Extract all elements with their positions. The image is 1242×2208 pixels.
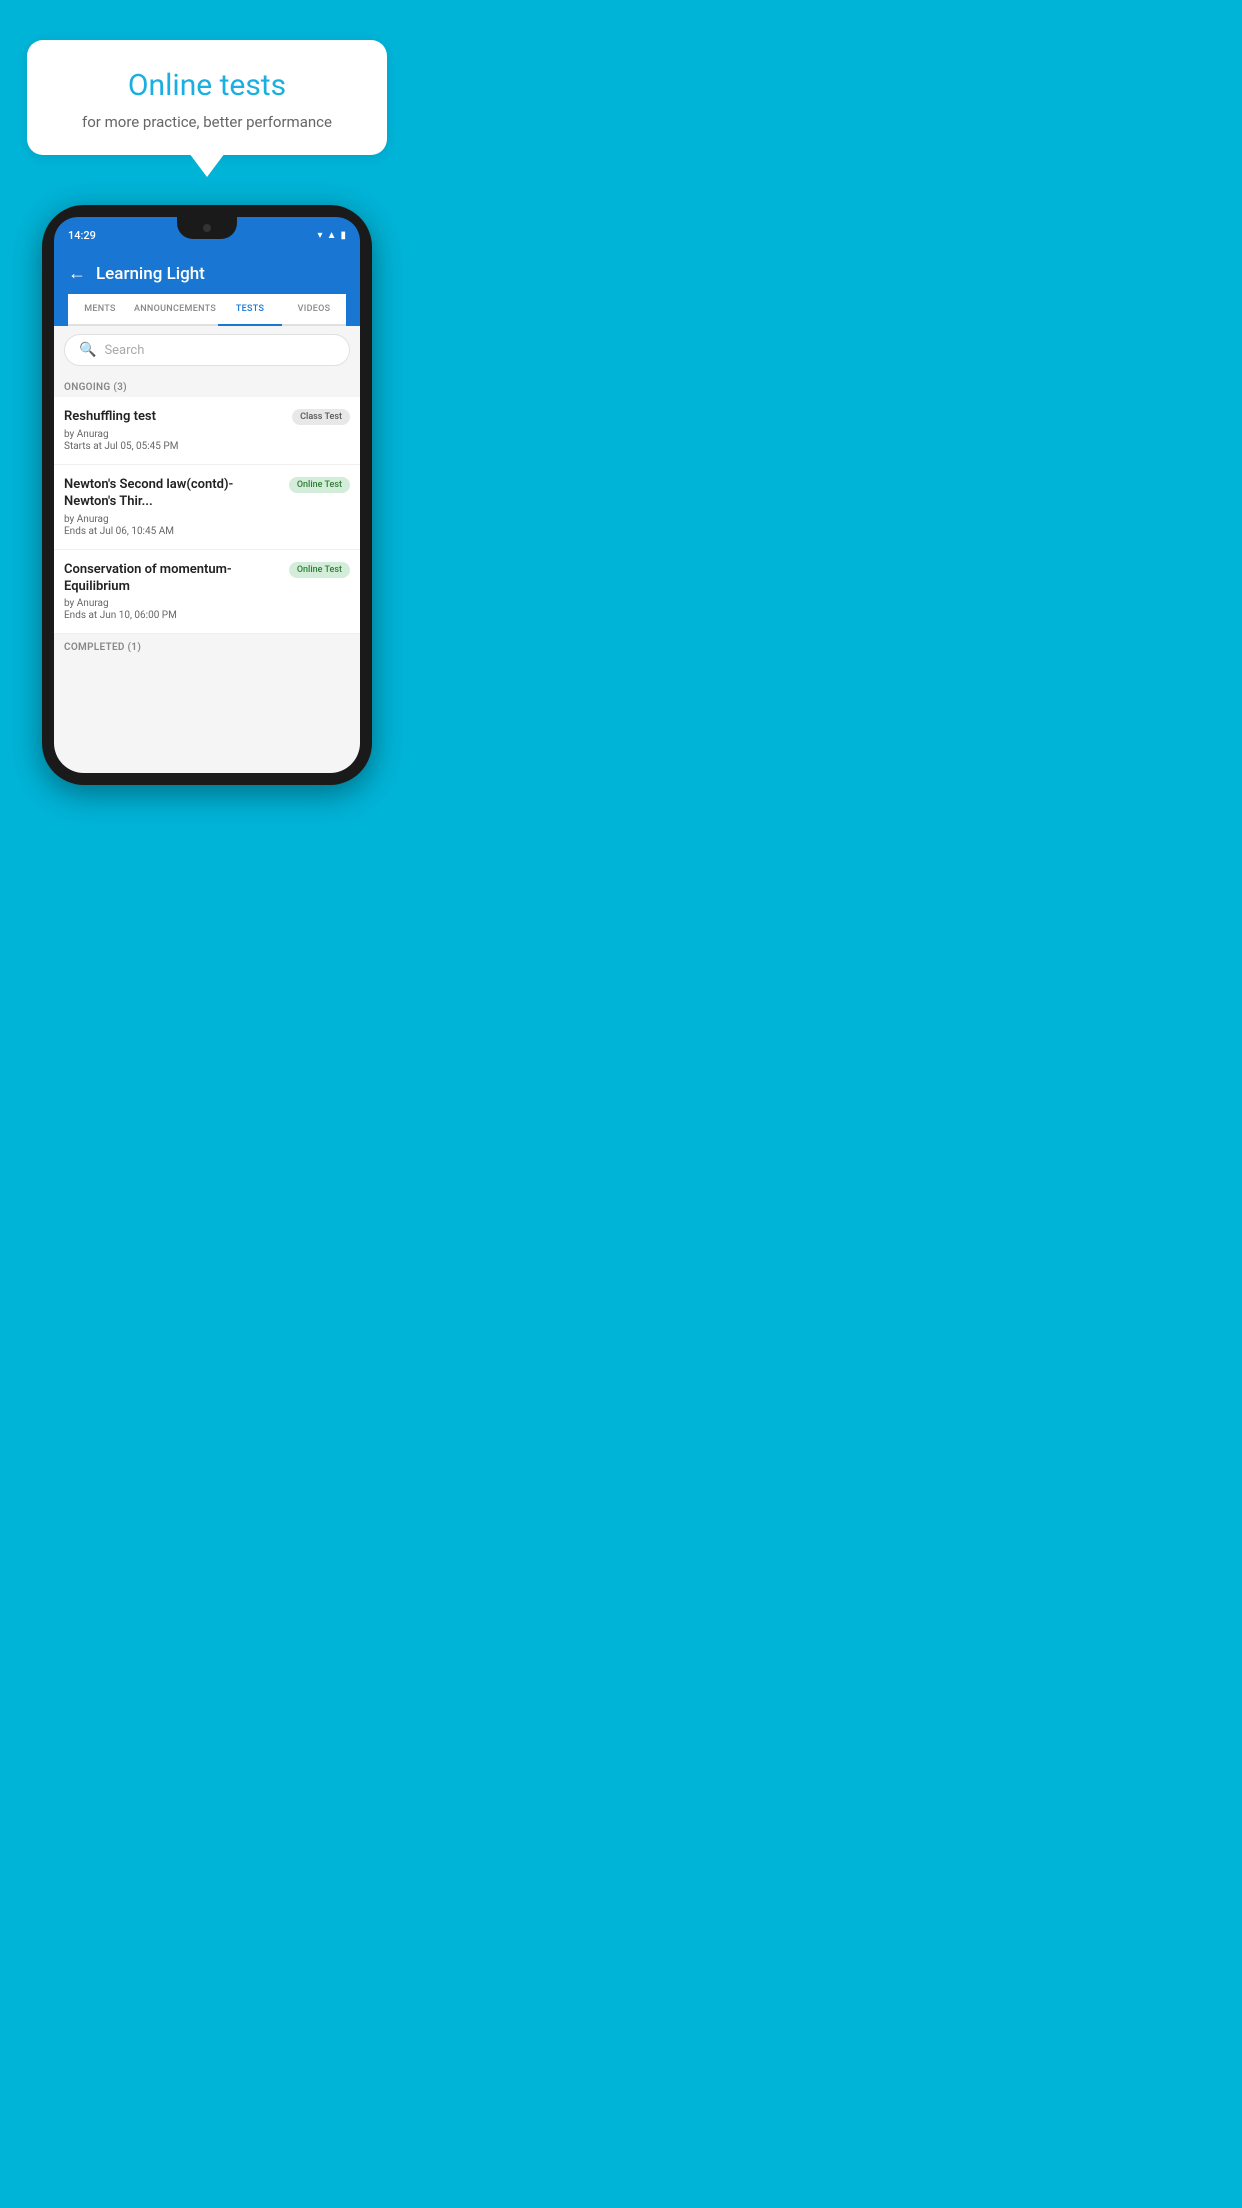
- phone-screen: ← Learning Light MENTS ANNOUNCEMENTS TES…: [54, 253, 360, 773]
- search-input[interactable]: Search: [104, 343, 144, 358]
- status-bar: 14:29 ▾ ▲ ▮: [54, 217, 360, 253]
- battery-icon: ▮: [340, 230, 346, 241]
- camera-dot: [203, 224, 211, 232]
- completed-section-label: COMPLETED (1): [54, 634, 360, 657]
- test-time: Ends at Jul 06, 10:45 AM: [64, 526, 350, 537]
- status-time: 14:29: [68, 229, 96, 242]
- test-item-header: Newton's Second law(contd)-Newton's Thir…: [64, 477, 350, 511]
- test-name: Reshuffling test: [64, 409, 284, 426]
- test-item-header: Conservation of momentum-Equilibrium Onl…: [64, 562, 350, 596]
- promo-area: Online tests for more practice, better p…: [0, 0, 414, 155]
- app-header-top: ← Learning Light: [68, 263, 346, 294]
- test-name: Newton's Second law(contd)-Newton's Thir…: [64, 477, 281, 511]
- speech-bubble: Online tests for more practice, better p…: [27, 40, 387, 155]
- tabs-bar: MENTS ANNOUNCEMENTS TESTS VIDEOS: [68, 294, 346, 326]
- tab-announcements[interactable]: ANNOUNCEMENTS: [132, 294, 218, 324]
- test-meta: by Anurag Ends at Jun 10, 06:00 PM: [64, 598, 350, 621]
- test-meta: by Anurag Ends at Jul 06, 10:45 AM: [64, 514, 350, 537]
- promo-subtitle: for more practice, better performance: [51, 113, 363, 131]
- test-badge: Online Test: [289, 477, 350, 493]
- test-item[interactable]: Conservation of momentum-Equilibrium Onl…: [54, 550, 360, 635]
- test-name: Conservation of momentum-Equilibrium: [64, 562, 281, 596]
- test-author: by Anurag: [64, 429, 350, 440]
- phone-mockup: 14:29 ▾ ▲ ▮ ← Learning Light: [42, 205, 372, 785]
- test-badge: Class Test: [292, 409, 350, 425]
- test-item[interactable]: Newton's Second law(contd)-Newton's Thir…: [54, 465, 360, 550]
- search-container: 🔍 Search: [54, 326, 360, 374]
- test-author: by Anurag: [64, 598, 350, 609]
- wifi-icon: ▾: [318, 230, 323, 241]
- test-item[interactable]: Reshuffling test Class Test by Anurag St…: [54, 397, 360, 465]
- ongoing-section-label: ONGOING (3): [54, 374, 360, 397]
- test-badge: Online Test: [289, 562, 350, 578]
- test-author: by Anurag: [64, 514, 350, 525]
- promo-title: Online tests: [51, 68, 363, 103]
- back-button[interactable]: ←: [68, 263, 86, 284]
- search-icon: 🔍: [79, 342, 96, 358]
- tab-ments[interactable]: MENTS: [68, 294, 132, 324]
- test-time: Starts at Jul 05, 05:45 PM: [64, 441, 350, 452]
- tab-videos[interactable]: VIDEOS: [282, 294, 346, 324]
- tab-tests[interactable]: TESTS: [218, 294, 282, 324]
- signal-icon: ▲: [327, 230, 337, 241]
- phone-outer: 14:29 ▾ ▲ ▮ ← Learning Light: [42, 205, 372, 785]
- status-icons: ▾ ▲ ▮: [318, 230, 346, 241]
- test-time: Ends at Jun 10, 06:00 PM: [64, 610, 350, 621]
- phone-notch: [177, 217, 237, 239]
- app-title: Learning Light: [96, 264, 205, 284]
- app-header: ← Learning Light MENTS ANNOUNCEMENTS TES…: [54, 253, 360, 326]
- test-meta: by Anurag Starts at Jul 05, 05:45 PM: [64, 429, 350, 452]
- search-bar[interactable]: 🔍 Search: [64, 334, 350, 366]
- tests-list: Reshuffling test Class Test by Anurag St…: [54, 397, 360, 634]
- test-item-header: Reshuffling test Class Test: [64, 409, 350, 426]
